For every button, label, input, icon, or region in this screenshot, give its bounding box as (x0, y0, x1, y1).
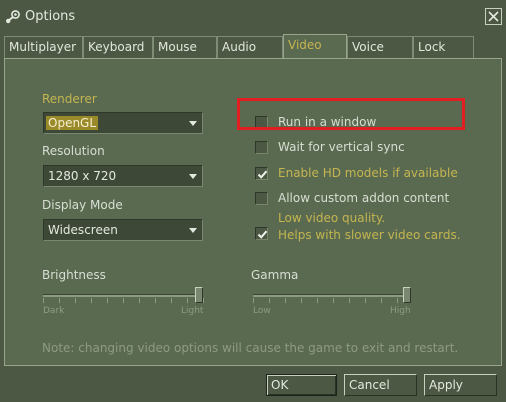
vsync-label[interactable]: Wait for vertical sync (278, 140, 405, 154)
chevron-down-icon (189, 174, 197, 179)
options-window: Options Multiplayer Keyboard Mouse Audio… (0, 0, 506, 402)
tab-keyboard[interactable]: Keyboard (83, 36, 153, 58)
title-bar[interactable]: Options (0, 0, 506, 34)
low-quality-label-line2[interactable]: Helps with slower video cards. (278, 228, 461, 242)
resolution-value: 1280 x 720 (48, 169, 117, 183)
steam-icon (4, 8, 22, 26)
tab-video[interactable]: Video (283, 34, 347, 58)
cancel-button[interactable]: Cancel (344, 374, 417, 396)
tab-multiplayer[interactable]: Multiplayer (4, 36, 83, 58)
custom-addon-label[interactable]: Allow custom addon content (278, 191, 449, 205)
brightness-slider-thumb[interactable] (195, 287, 203, 303)
hd-models-label[interactable]: Enable HD models if available (278, 166, 458, 180)
display-mode-value: Widescreen (48, 223, 118, 237)
gamma-slider-track[interactable] (253, 294, 411, 297)
brightness-label: Brightness (42, 268, 106, 282)
window-title: Options (25, 9, 76, 24)
gamma-label: Gamma (251, 268, 299, 282)
gamma-min-label: Low (253, 306, 271, 316)
ok-button[interactable]: OK (266, 374, 337, 396)
brightness-min-label: Dark (43, 306, 65, 316)
checkmark-icon (257, 170, 268, 179)
gamma-max-label: High (390, 306, 411, 316)
custom-addon-checkbox[interactable] (255, 192, 268, 205)
hd-models-checkbox[interactable] (255, 167, 268, 180)
highlight-annotation (237, 98, 465, 130)
close-button[interactable] (485, 8, 502, 25)
gamma-ticks (253, 298, 411, 303)
tab-voice[interactable]: Voice (347, 36, 413, 58)
restart-note: Note: changing video options will cause … (42, 341, 459, 355)
brightness-slider-track[interactable] (43, 294, 203, 297)
brightness-ticks (43, 298, 204, 303)
tab-mouse[interactable]: Mouse (153, 36, 217, 58)
renderer-dropdown[interactable]: OpenGL (43, 112, 203, 134)
display-mode-dropdown[interactable]: Widescreen (43, 219, 203, 241)
brightness-max-label: Light (181, 306, 204, 316)
renderer-label: Renderer (42, 92, 97, 106)
renderer-value: OpenGL (46, 116, 99, 130)
tab-audio[interactable]: Audio (217, 36, 283, 58)
chevron-down-icon (189, 228, 197, 233)
low-quality-checkbox[interactable] (255, 227, 268, 240)
resolution-dropdown[interactable]: 1280 x 720 (43, 165, 203, 187)
vsync-checkbox[interactable] (255, 141, 268, 154)
resolution-label: Resolution (42, 144, 105, 158)
apply-button[interactable]: Apply (424, 374, 497, 396)
gamma-slider-thumb[interactable] (403, 287, 411, 303)
chevron-down-icon (189, 121, 197, 126)
tab-lock[interactable]: Lock (413, 36, 474, 58)
low-quality-label-line1[interactable]: Low video quality. (278, 211, 385, 225)
tab-bar: Multiplayer Keyboard Mouse Audio Video V… (4, 34, 502, 58)
display-mode-label: Display Mode (42, 198, 123, 212)
close-icon (488, 11, 499, 22)
checkmark-icon (257, 230, 268, 239)
